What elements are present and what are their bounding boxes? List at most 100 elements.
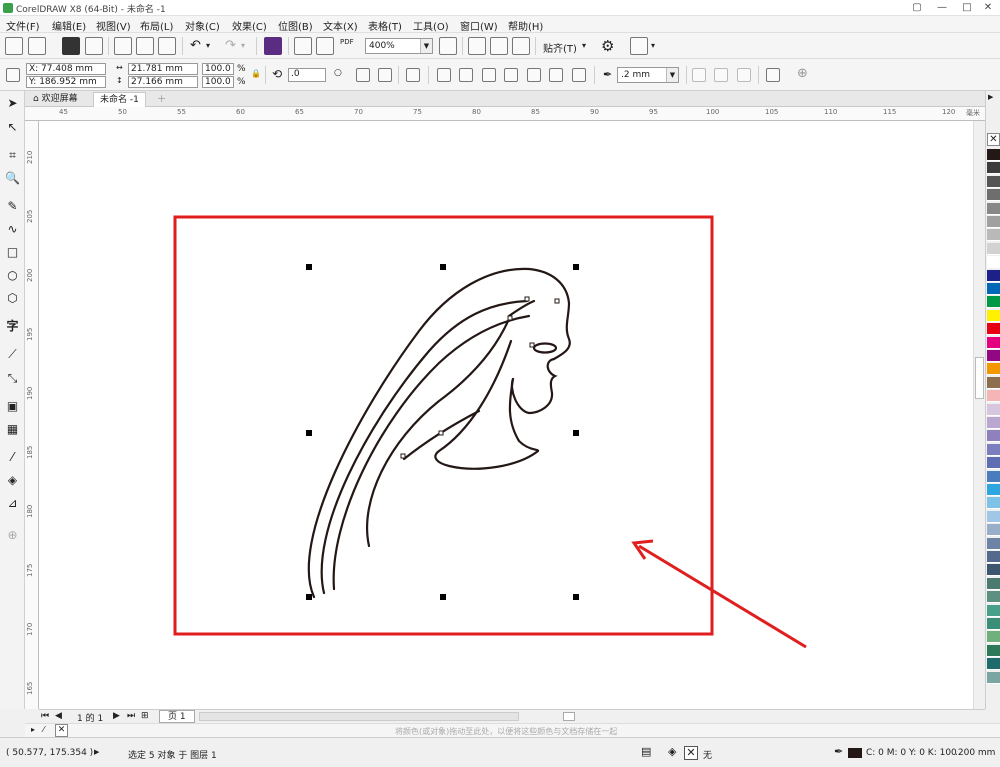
restore-icon[interactable]: ▢ [905, 0, 929, 16]
scale-height-field[interactable]: 100.0 [202, 76, 234, 88]
handle-bottom-right[interactable] [573, 594, 579, 600]
handle-top-right[interactable] [573, 264, 579, 270]
publish-pdf-icon[interactable]: PDF [340, 38, 354, 46]
fit-path-icon[interactable] [737, 68, 751, 82]
drop-shadow-tool-icon[interactable]: ▣ [5, 399, 20, 414]
minimize-button[interactable]: — [930, 0, 954, 16]
color-swatch[interactable] [987, 443, 1000, 456]
color-swatch[interactable] [987, 510, 1000, 523]
color-swatch[interactable] [987, 537, 1000, 550]
mirror-vertical-icon[interactable] [378, 68, 392, 82]
color-swatch[interactable] [987, 283, 1000, 295]
menu-file[interactable]: 文件(F) [6, 18, 40, 33]
handle-middle-right[interactable] [573, 430, 579, 436]
simplify-icon[interactable] [527, 68, 541, 82]
previous-page-icon[interactable]: ◀ [55, 711, 62, 721]
search-content-icon[interactable] [264, 37, 282, 55]
undo-dropdown-icon[interactable]: ▾ [206, 41, 210, 50]
color-swatch[interactable] [987, 457, 1000, 470]
color-eyedropper-tool-icon[interactable]: ⁄ [5, 450, 20, 465]
color-swatch[interactable] [987, 309, 1000, 322]
handle-bottom-center[interactable] [440, 594, 446, 600]
show-grid-icon[interactable] [490, 37, 508, 55]
full-screen-icon[interactable] [439, 37, 457, 55]
redo-icon[interactable]: ↷ [225, 38, 236, 53]
color-swatch[interactable] [987, 189, 1000, 202]
align-distribute-icon[interactable] [766, 68, 780, 82]
fill-none-swatch-icon[interactable]: ✕ [684, 746, 698, 760]
no-color-swatch-icon[interactable]: ✕ [987, 133, 1000, 146]
color-swatch[interactable] [987, 403, 1000, 416]
tab-untitled-1[interactable]: 未命名 -1 [93, 92, 146, 107]
color-swatch[interactable] [987, 604, 1000, 617]
polygon-tool-icon[interactable]: ⬡ [5, 291, 20, 306]
color-swatch[interactable] [987, 390, 1000, 403]
open-folder-icon[interactable] [28, 37, 46, 55]
color-swatch[interactable] [987, 256, 1000, 269]
horizontal-scrollbar-thumb[interactable] [563, 712, 575, 721]
color-swatch[interactable] [987, 149, 1000, 161]
print-icon[interactable] [85, 37, 103, 55]
color-swatch[interactable] [987, 216, 1000, 228]
outline-color-swatch[interactable] [848, 748, 862, 758]
color-swatch[interactable] [987, 350, 1000, 362]
tab-page-1[interactable]: 页 1 [159, 710, 195, 723]
color-swatch[interactable] [987, 336, 1000, 349]
last-page-icon[interactable]: ⏭ [127, 711, 135, 721]
color-swatch[interactable] [987, 551, 1000, 563]
close-button[interactable]: ✕ [976, 0, 1000, 16]
intersect-icon[interactable] [504, 68, 518, 82]
ellipse-tool-icon[interactable]: ○ [5, 268, 20, 283]
menu-window[interactable]: 窗口(W) [460, 18, 498, 33]
x-position-field[interactable]: X: 77.408 mm [26, 63, 106, 75]
rectangle-tool-icon[interactable]: □ [5, 245, 20, 260]
add-toolbar-plus-icon[interactable]: ⊕ [797, 66, 808, 81]
import-icon[interactable] [114, 37, 132, 55]
undo-icon[interactable]: ↶ [190, 38, 201, 53]
freehand-tool-icon[interactable]: ✎ [5, 199, 20, 214]
artistic-media-tool-icon[interactable]: ∿ [5, 222, 20, 237]
redo-dropdown-icon[interactable]: ▾ [241, 41, 245, 50]
trim-icon[interactable] [482, 68, 496, 82]
eyedropper-icon[interactable]: ⁄ [43, 725, 44, 734]
combine-icon[interactable] [437, 68, 451, 82]
mirror-horizontal-icon[interactable] [356, 68, 370, 82]
menu-edit[interactable]: 编辑(E) [52, 18, 86, 33]
menu-tools[interactable]: 工具(O) [413, 18, 449, 33]
back-minus-front-icon[interactable] [572, 68, 586, 82]
color-swatch[interactable] [987, 363, 1000, 376]
snap-to-dropdown[interactable]: 贴齐(T) [543, 40, 577, 55]
color-swatch[interactable] [987, 497, 1000, 510]
y-position-field[interactable]: Y: 186.952 mm [26, 76, 106, 88]
color-swatch[interactable] [987, 671, 1000, 684]
pick-tool-icon[interactable]: ➤ [5, 96, 20, 111]
no-color-icon[interactable]: ✕ [55, 724, 68, 737]
export-arrow-icon[interactable] [316, 37, 334, 55]
menu-text[interactable]: 文本(X) [323, 18, 358, 33]
outline-width-combo[interactable]: .2 mm ▼ [617, 67, 679, 83]
handle-middle-left[interactable] [306, 430, 312, 436]
color-swatch[interactable] [987, 591, 1000, 604]
color-swatch[interactable] [987, 417, 1000, 429]
scale-width-field[interactable]: 100.0 [202, 63, 234, 75]
color-swatch[interactable] [987, 229, 1000, 242]
parallel-dimension-tool-icon[interactable]: ⟋ [5, 347, 20, 362]
rotation-field[interactable]: .0 [288, 68, 326, 82]
add-tool-plus-icon[interactable]: ⊕ [5, 528, 20, 543]
new-tab-plus-icon[interactable]: + [157, 92, 166, 105]
weld-icon[interactable] [459, 68, 473, 82]
launcher-chevron-icon[interactable]: ▾ [651, 41, 655, 50]
smart-fill-tool-icon[interactable]: ⊿ [5, 496, 20, 511]
zoom-level-combo[interactable]: 400% ▼ [365, 38, 433, 54]
palette-scroll-up-icon[interactable]: ▶ [988, 93, 993, 101]
color-swatch[interactable] [987, 296, 1000, 309]
handle-top-center[interactable] [440, 264, 446, 270]
transparency-tool-icon[interactable]: ▦ [5, 422, 20, 437]
menu-view[interactable]: 视图(V) [96, 18, 131, 33]
color-swatch[interactable] [987, 202, 1000, 215]
front-minus-back-icon[interactable] [549, 68, 563, 82]
snap-chevron-icon[interactable]: ▾ [582, 41, 586, 50]
save-icon[interactable] [62, 37, 80, 55]
color-swatch[interactable] [987, 564, 1000, 577]
color-swatch[interactable] [987, 618, 1000, 630]
